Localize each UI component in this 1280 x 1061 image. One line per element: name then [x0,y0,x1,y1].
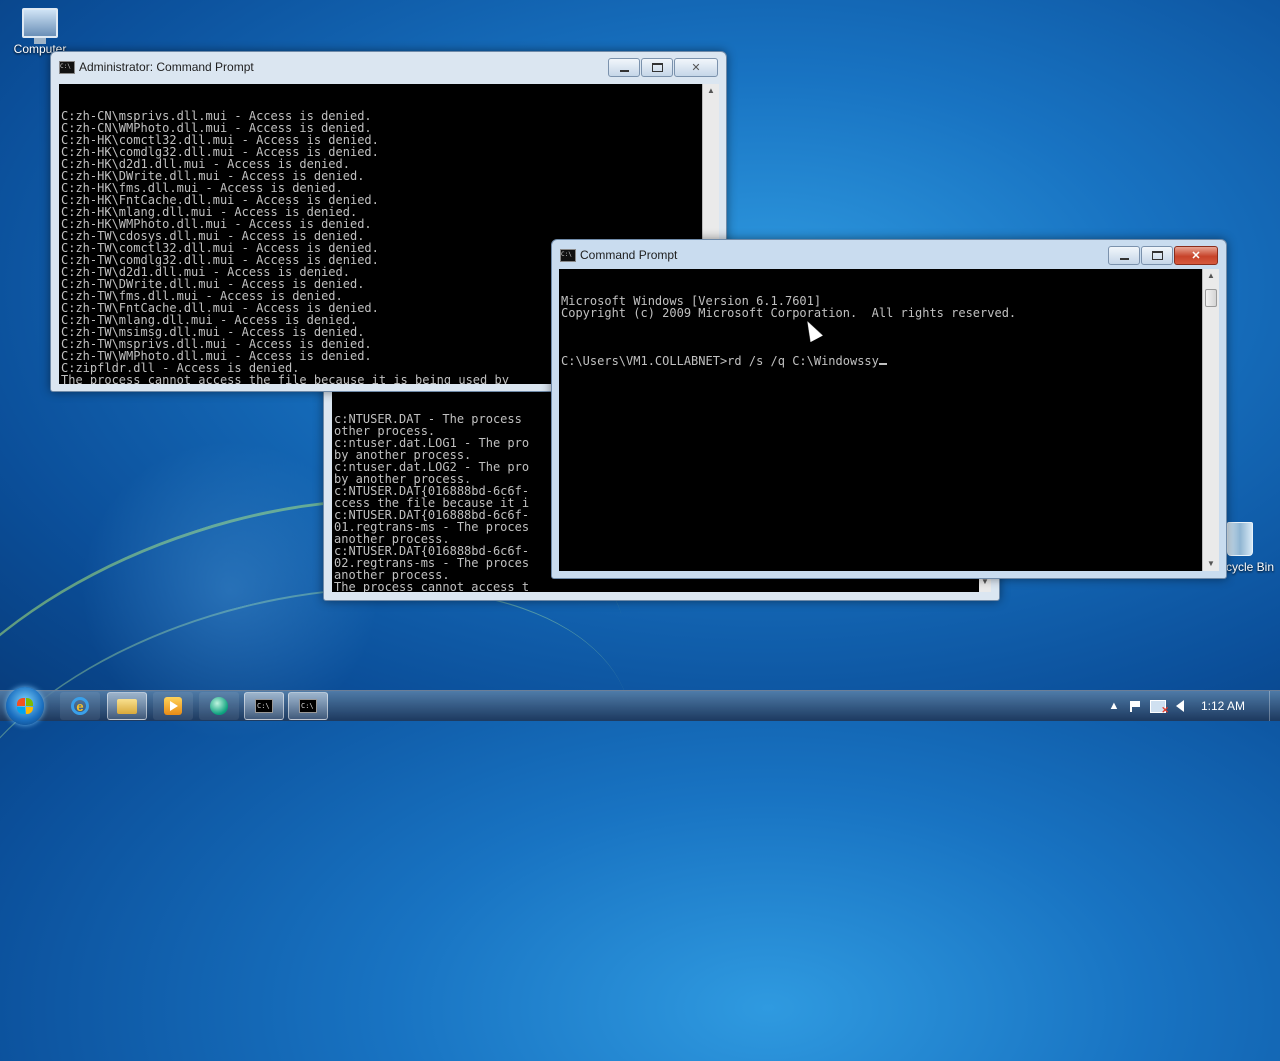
desktop-icon-computer[interactable]: Computer [0,8,80,56]
close-button[interactable]: ✕ [674,58,718,77]
minimize-icon [619,69,629,72]
tray-network[interactable]: ✕ [1147,695,1169,717]
maximize-button[interactable] [641,58,673,77]
console-window-icon: C:\ [560,249,576,262]
console-lines: Microsoft Windows [Version 6.1.7601] Copy… [561,295,1200,331]
globe-icon [210,697,228,715]
taskbar-network-app[interactable] [199,692,239,720]
maximize-icon [1151,251,1163,260]
tray-volume[interactable] [1169,695,1191,717]
close-button[interactable]: ✕ [1174,246,1218,265]
command-prompt-icon: C:\ [299,699,317,713]
recycle-bin-icon [1227,522,1253,556]
window-title: Command Prompt [580,248,678,262]
internet-explorer-icon: e [71,697,89,715]
folder-icon [117,698,137,714]
console-output[interactable]: Microsoft Windows [Version 6.1.7601] Copy… [559,269,1202,571]
close-icon: ✕ [691,62,701,74]
maximize-button[interactable] [1141,246,1173,265]
computer-icon [22,8,58,44]
text-cursor [878,363,887,365]
scrollbar[interactable]: ▼ [979,577,991,592]
scroll-down-arrow-icon[interactable]: ▼ [1203,557,1219,571]
command-line[interactable]: C:\Users\VM1.COLLABNET>rd /s /q C:\Windo… [561,355,1200,367]
taskbar-media-player[interactable] [153,692,193,720]
windows-logo-icon [17,698,33,714]
taskbar: e C:\ C:\ ▲ ✕ 1:12 AM [0,687,1280,725]
title-bar[interactable]: C:\ Administrator: Command Prompt ✕ [51,52,726,82]
media-player-icon [164,697,182,715]
title-bar[interactable]: C:\ Command Prompt ✕ [552,240,1226,270]
window-cmd-front[interactable]: C:\ Command Prompt ✕ Microsoft Windows [… [551,239,1227,579]
taskbar-clock[interactable]: 1:12 AM [1191,699,1269,713]
show-hidden-icons-button[interactable]: ▲ [1103,695,1125,717]
console-line: Copyright (c) 2009 Microsoft Corporation… [561,306,1017,320]
network-disconnected-icon: ✕ [1149,699,1169,715]
scrollbar-thumb[interactable] [1205,289,1217,307]
window-title: Administrator: Command Prompt [79,60,254,74]
minimize-button[interactable] [1108,246,1140,265]
flag-icon [1129,700,1142,712]
start-button[interactable] [6,687,44,725]
desktop-icon-label: cycle Bin [1225,560,1275,574]
taskbar-cmd-1[interactable]: C:\ [244,692,284,720]
taskbar-cmd-2[interactable]: C:\ [288,692,328,720]
scrollbar[interactable]: ▲ ▼ [1202,269,1219,571]
show-desktop-button[interactable] [1269,691,1280,721]
wallpaper-swoosh [0,521,676,1061]
console-window-icon: C:\ [59,61,75,74]
taskbar-internet-explorer[interactable]: e [60,692,100,720]
scroll-up-arrow-icon[interactable]: ▲ [1203,269,1219,283]
taskbar-windows-explorer[interactable] [107,692,147,720]
minimize-icon [1119,257,1129,260]
console-line: The process cannot access t [334,580,530,592]
maximize-icon [651,63,663,72]
command-prompt-icon: C:\ [255,699,273,713]
chevron-up-icon: ▲ [1108,700,1120,712]
tray-action-center[interactable] [1125,695,1147,717]
close-icon: ✕ [1191,250,1201,262]
command-prompt-text: C:\Users\VM1.COLLABNET>rd /s /q C:\Windo… [561,354,879,368]
system-tray: ▲ ✕ 1:12 AM [1103,691,1280,721]
speaker-icon [1175,700,1184,712]
scroll-up-arrow-icon[interactable]: ▲ [703,84,719,98]
minimize-button[interactable] [608,58,640,77]
